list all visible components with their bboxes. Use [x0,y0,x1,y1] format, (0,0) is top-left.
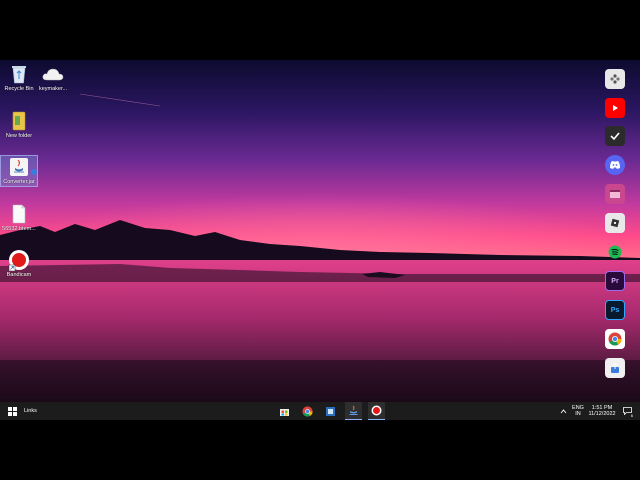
explorer-icon [326,406,335,416]
file-icon [8,203,30,225]
taskbar-app-explorer[interactable] [323,402,338,420]
bandicam-icon [8,249,30,271]
microsoft-store-icon [280,408,289,416]
desktop-icon-label: Converter.jar [3,179,35,185]
language-bottom: IN [575,411,581,417]
bandicam-icon [371,405,382,416]
taskbar: Links ENG IN 1:51 PM 11/12/2022 6 [0,402,640,420]
roblox-icon[interactable] [605,213,625,233]
windows-icon [7,406,17,416]
clock[interactable]: 1:51 PM 11/12/2022 [586,402,618,420]
taskbar-app-bandicam[interactable] [368,402,385,420]
java-app-icon [349,405,358,415]
taskbar-app-store[interactable] [277,402,292,420]
start-button[interactable] [5,402,19,420]
show-hidden-icons-button[interactable] [558,402,568,420]
photoshop-icon[interactable]: Ps [605,300,625,320]
todo-icon[interactable] [605,126,625,146]
discord-icon[interactable] [605,155,625,175]
desktop-icon-bandicam[interactable]: Bandicam [1,249,37,279]
desktop-icon-new-folder[interactable]: New folder [1,110,37,140]
desktop-icon-label: 56532.btem... [2,226,36,232]
desktop-icon-label: Bandicam [6,272,32,278]
desktop-icon-label: keymaker... [38,86,68,92]
app-dock: Pr Ps [600,60,630,390]
taskbar-app-chrome[interactable] [300,402,315,420]
chevron-up-icon [560,408,566,413]
cloud-icon [42,63,64,85]
shortcut-badge-icon [31,169,37,175]
recycle-bin-icon [8,63,30,85]
folder-icon [8,110,30,132]
notification-count: 6 [630,413,633,418]
taskbar-app-java[interactable] [345,402,362,420]
settings-icon[interactable] [605,69,625,89]
links-label: Links [24,408,37,414]
desktop-screen: Recycle Bin keymaker... New folder Conve… [0,60,640,420]
notification-center-button[interactable]: 6 [620,402,634,420]
desktop-icon-keymaker[interactable]: keymaker... [35,63,71,93]
desktop-icon-text-file[interactable]: 56532.btem... [1,203,37,233]
share-icon[interactable] [605,358,625,378]
desktop-icon-recycle-bin[interactable]: Recycle Bin [1,63,37,93]
chrome-icon [302,405,313,417]
youtube-icon[interactable] [605,98,625,118]
desktop-icon-label: New folder [5,133,33,139]
desktop-icon-converter[interactable]: Converter.jar [0,155,38,187]
language-indicator[interactable]: ENG IN [571,402,585,420]
wallpaper [0,60,640,420]
clock-date: 11/12/2022 [588,411,616,417]
chrome-icon[interactable] [605,329,625,349]
spotify-icon[interactable] [605,242,625,262]
java-icon [8,156,30,178]
links-toolbar[interactable]: Links [24,402,44,420]
premiere-pro-icon[interactable]: Pr [605,271,625,291]
window-app-icon[interactable] [605,184,625,204]
desktop-icon-label: Recycle Bin [4,86,34,92]
